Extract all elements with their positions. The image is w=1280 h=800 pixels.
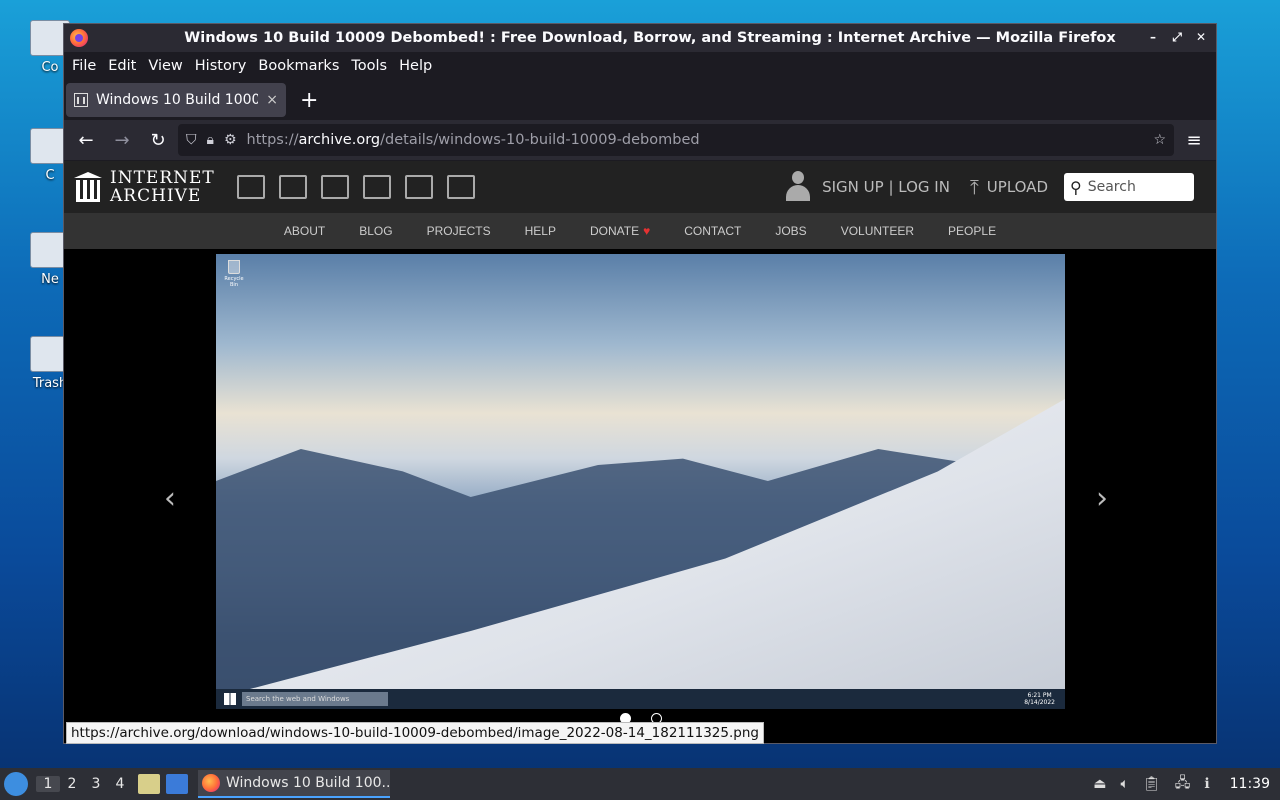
firefox-icon <box>202 774 220 792</box>
nav-volunteer[interactable]: VOLUNTEER <box>841 224 914 238</box>
nav-blog[interactable]: BLOG <box>359 224 392 238</box>
close-button[interactable]: ✕ <box>1192 28 1210 46</box>
user-area: SIGN UP | LOG IN ⤒ UPLOAD <box>784 161 1048 213</box>
file-manager-icon[interactable] <box>138 774 160 794</box>
search-placeholder[interactable]: Search <box>1088 179 1136 195</box>
images-icon[interactable] <box>446 175 475 199</box>
lock-icon[interactable]: 🔒︎ <box>207 132 214 148</box>
ia-logo[interactable]: INTERNET ARCHIVE <box>74 169 215 205</box>
next-image-arrow[interactable]: › <box>1096 481 1108 516</box>
upload-icon: ⤒ <box>969 175 979 199</box>
recycle-bin-desktop-icon: Recycle Bin <box>222 260 246 288</box>
audio-icon[interactable] <box>362 175 391 199</box>
workspace-4[interactable]: 4 <box>108 776 132 792</box>
menu-bookmarks[interactable]: Bookmarks <box>252 58 345 74</box>
title-bar[interactable]: Windows 10 Build 10009 Debombed! : Free … <box>64 24 1216 52</box>
ia-header: INTERNET ARCHIVE SIGN UP | LOG IN ⤒ UPLO… <box>64 161 1216 213</box>
archive-favicon-icon <box>74 93 88 107</box>
reload-button[interactable]: ↻ <box>142 124 174 156</box>
maximize-button[interactable]: ⤢ <box>1168 28 1186 46</box>
nav-contact[interactable]: CONTACT <box>684 224 741 238</box>
page-content: INTERNET ARCHIVE SIGN UP | LOG IN ⤒ UPLO… <box>64 161 1216 743</box>
firefox-window: Windows 10 Build 10009 Debombed! : Free … <box>63 23 1217 744</box>
notification-icon[interactable]: ℹ <box>1204 776 1209 792</box>
show-desktop-icon[interactable] <box>166 774 188 794</box>
software-icon[interactable] <box>404 175 433 199</box>
workspace-3[interactable]: 3 <box>84 776 108 792</box>
permissions-icon[interactable]: ⚙︎ <box>224 132 237 148</box>
menu-tools[interactable]: Tools <box>345 58 393 74</box>
nav-about[interactable]: ABOUT <box>284 224 325 238</box>
menu-help[interactable]: Help <box>393 58 438 74</box>
upload-label: UPLOAD <box>986 178 1048 196</box>
new-tab-button[interactable]: + <box>300 88 318 113</box>
video-icon[interactable] <box>320 175 349 199</box>
search-box[interactable]: ⚲ Search <box>1064 173 1194 201</box>
menu-bar: File Edit View History Bookmarks Tools H… <box>64 52 1216 80</box>
recycle-bin-icon <box>228 260 240 274</box>
tab-label: Windows 10 Build 10009 <box>96 92 259 108</box>
clock[interactable]: 11:39 <box>1230 776 1270 792</box>
texts-icon[interactable] <box>278 175 307 199</box>
start-menu-icon[interactable] <box>4 772 28 796</box>
tab-active[interactable]: Windows 10 Build 10009 × <box>66 83 286 117</box>
url-text[interactable]: https://archive.org/details/windows-10-b… <box>247 132 1144 148</box>
media-type-nav <box>236 175 475 199</box>
system-taskbar: 1 2 3 4 Windows 10 Build 100... ⏏ 🔈︎ 📋︎ … <box>0 768 1280 800</box>
tab-close-icon[interactable]: × <box>266 92 278 108</box>
clipboard-icon[interactable]: 📋︎ <box>1143 776 1161 792</box>
system-tray: ⏏ 🔈︎ 📋︎ 🖧 ℹ 11:39 <box>1093 768 1280 800</box>
search-icon: ⚲ <box>1070 177 1082 197</box>
logo-line-2: ARCHIVE <box>110 186 202 206</box>
task-label: Windows 10 Build 100... <box>226 775 390 791</box>
tab-strip: Windows 10 Build 10009 × + <box>64 80 1216 120</box>
heart-icon: ♥ <box>643 224 651 238</box>
network-icon[interactable]: 🖧 <box>1175 772 1191 796</box>
desktop-icon-label: Ne <box>41 272 59 287</box>
updates-icon[interactable]: ⏏ <box>1093 776 1106 792</box>
screenshot-taskbar: Search the web and Windows 6:21 PM 8/14/… <box>216 689 1065 709</box>
archive-temple-icon <box>74 172 102 202</box>
firefox-icon <box>70 29 88 47</box>
app-menu-button[interactable]: ≡ <box>1178 124 1210 156</box>
back-button[interactable]: ← <box>70 124 102 156</box>
logo-line-1: INTERNET <box>110 168 215 188</box>
url-bar[interactable]: ⛉ 🔒︎ ⚙︎ https://archive.org/details/wind… <box>178 124 1174 156</box>
desktop-icon-label: C <box>45 168 55 183</box>
screenshot-clock: 6:21 PM 8/14/2022 <box>1024 692 1055 706</box>
upload-link[interactable]: ⤒ UPLOAD <box>970 175 1048 199</box>
image-viewer[interactable]: Recycle Bin Search the web and Windows 6… <box>216 254 1065 709</box>
navigation-toolbar: ← → ↻ ⛉ 🔒︎ ⚙︎ https://archive.org/detail… <box>64 120 1216 160</box>
menu-history[interactable]: History <box>189 58 253 74</box>
bookmark-star-icon[interactable]: ☆ <box>1153 132 1166 148</box>
ia-top-nav: ABOUT BLOG PROJECTS HELP DONATE ♥ CONTACT… <box>64 213 1216 249</box>
nav-help[interactable]: HELP <box>525 224 556 238</box>
signup-login-link[interactable]: SIGN UP | LOG IN <box>822 178 950 196</box>
link-status-bar: https://archive.org/download/windows-10-… <box>66 722 764 744</box>
nav-people[interactable]: PEOPLE <box>948 224 996 238</box>
menu-file[interactable]: File <box>66 58 102 74</box>
workspace-2[interactable]: 2 <box>60 776 84 792</box>
taskbar-firefox-task[interactable]: Windows 10 Build 100... <box>198 770 390 798</box>
menu-edit[interactable]: Edit <box>102 58 142 74</box>
nav-jobs[interactable]: JOBS <box>775 224 806 238</box>
volume-icon[interactable]: 🔈︎ <box>1121 776 1129 792</box>
shield-icon[interactable]: ⛉ <box>186 132 197 148</box>
desktop-icon-label: Co <box>41 60 59 75</box>
windows-logo-icon <box>224 693 236 705</box>
nav-donate[interactable]: DONATE ♥ <box>590 224 650 238</box>
menu-view[interactable]: View <box>142 58 188 74</box>
screenshot-search: Search the web and Windows <box>242 692 388 706</box>
previous-image-arrow[interactable]: ‹ <box>164 481 176 516</box>
minimize-button[interactable]: – <box>1144 28 1162 46</box>
forward-button[interactable]: → <box>106 124 138 156</box>
window-title: Windows 10 Build 10009 Debombed! : Free … <box>184 30 1116 46</box>
user-icon[interactable] <box>784 171 812 203</box>
web-icon[interactable] <box>236 175 265 199</box>
nav-projects[interactable]: PROJECTS <box>427 224 491 238</box>
workspace-1[interactable]: 1 <box>36 776 60 792</box>
